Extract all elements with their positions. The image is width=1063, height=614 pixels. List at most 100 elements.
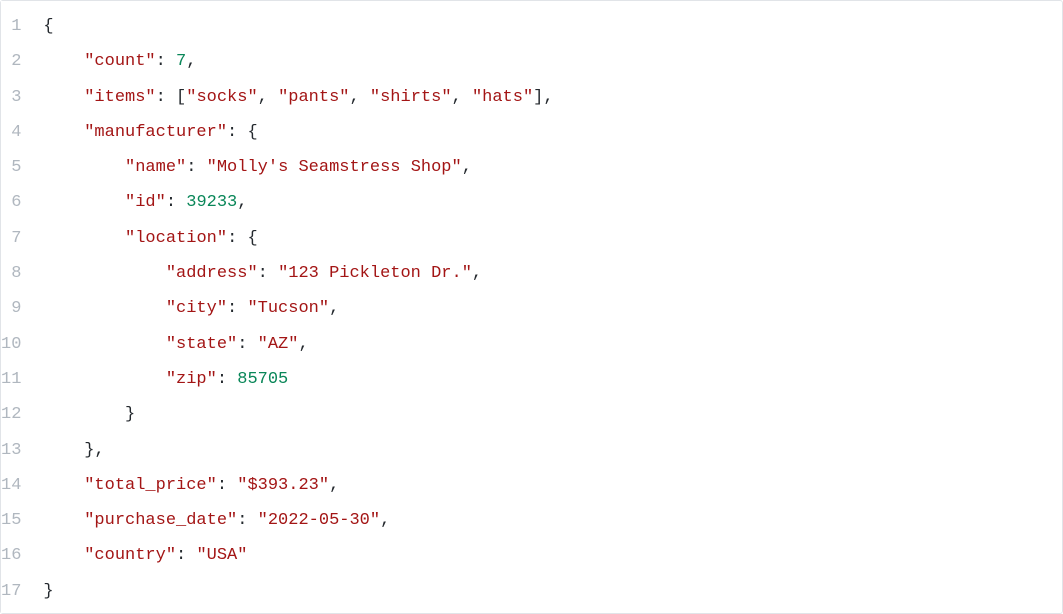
token-punct: } <box>43 582 53 601</box>
token-punct: , <box>329 476 339 495</box>
token-punct: , <box>186 52 196 71</box>
code-line: "count": 7, <box>43 44 1062 79</box>
token-punct: : <box>227 299 247 318</box>
line-number: 8 <box>1 256 25 291</box>
token-num: 7 <box>176 52 186 71</box>
token-punct: , <box>472 264 482 283</box>
token-punct: : <box>258 264 278 283</box>
code-line: "location": { <box>43 221 1062 256</box>
code-line: "total_price": "$393.23", <box>43 468 1062 503</box>
token-key: "total_price" <box>84 476 217 495</box>
token-punct: : <box>166 193 186 212</box>
code-line: "country": "USA" <box>43 538 1062 573</box>
token-punct: : [ <box>156 88 187 107</box>
token-punct: , <box>350 88 370 107</box>
token-punct: , <box>462 158 472 177</box>
token-ws <box>43 193 125 212</box>
line-number: 12 <box>1 397 25 432</box>
token-num: 85705 <box>237 370 288 389</box>
code-line: "name": "Molly's Seamstress Shop", <box>43 150 1062 185</box>
token-str: "AZ" <box>258 335 299 354</box>
line-number: 6 <box>1 185 25 220</box>
token-key: "location" <box>125 229 227 248</box>
code-line: "state": "AZ", <box>43 327 1062 362</box>
token-punct: : { <box>227 229 258 248</box>
code-line: "id": 39233, <box>43 185 1062 220</box>
token-key: "id" <box>125 193 166 212</box>
token-punct: , <box>452 88 472 107</box>
code-line: "city": "Tucson", <box>43 291 1062 326</box>
token-punct: , <box>298 335 308 354</box>
token-punct: ], <box>533 88 553 107</box>
token-ws <box>43 335 165 354</box>
token-ws <box>43 52 84 71</box>
line-number-gutter: 1234567891011121314151617 <box>1 1 35 613</box>
token-punct: { <box>43 17 53 36</box>
token-punct: : <box>217 370 237 389</box>
token-ws <box>43 264 165 283</box>
token-punct: , <box>380 511 390 530</box>
token-key: "city" <box>166 299 227 318</box>
token-key: "zip" <box>166 370 217 389</box>
token-punct: : { <box>227 123 258 142</box>
token-key: "name" <box>125 158 186 177</box>
token-ws <box>43 123 84 142</box>
token-str: "USA" <box>196 546 247 565</box>
token-punct: }, <box>43 441 104 460</box>
code-line: "address": "123 Pickleton Dr.", <box>43 256 1062 291</box>
code-line: "items": ["socks", "pants", "shirts", "h… <box>43 80 1062 115</box>
token-punct: , <box>329 299 339 318</box>
token-str: "$393.23" <box>237 476 329 495</box>
line-number: 9 <box>1 291 25 326</box>
token-punct: : <box>176 546 196 565</box>
line-number: 13 <box>1 433 25 468</box>
token-key: "country" <box>84 546 176 565</box>
line-number: 4 <box>1 115 25 150</box>
code-content[interactable]: { "count": 7, "items": ["socks", "pants"… <box>35 1 1062 613</box>
line-number: 14 <box>1 468 25 503</box>
token-ws <box>43 511 84 530</box>
token-key: "purchase_date" <box>84 511 237 530</box>
token-str: "socks" <box>186 88 257 107</box>
line-number: 10 <box>1 327 25 362</box>
token-punct: : <box>186 158 206 177</box>
token-key: "address" <box>166 264 258 283</box>
code-line: "purchase_date": "2022-05-30", <box>43 503 1062 538</box>
code-line: } <box>43 397 1062 432</box>
token-str: "shirts" <box>370 88 452 107</box>
token-key: "items" <box>84 88 155 107</box>
token-ws <box>43 88 84 107</box>
token-str: "pants" <box>278 88 349 107</box>
line-number: 11 <box>1 362 25 397</box>
token-str: "Molly's Seamstress Shop" <box>207 158 462 177</box>
token-str: "123 Pickleton Dr." <box>278 264 472 283</box>
code-line: "zip": 85705 <box>43 362 1062 397</box>
line-number: 7 <box>1 221 25 256</box>
token-key: "manufacturer" <box>84 123 227 142</box>
token-punct: : <box>237 335 257 354</box>
line-number: 17 <box>1 574 25 609</box>
token-ws <box>43 229 125 248</box>
token-ws <box>43 546 84 565</box>
code-line: { <box>43 9 1062 44</box>
token-ws <box>43 476 84 495</box>
token-str: "Tucson" <box>247 299 329 318</box>
line-number: 16 <box>1 538 25 573</box>
token-ws <box>43 299 165 318</box>
token-key: "state" <box>166 335 237 354</box>
line-number: 1 <box>1 9 25 44</box>
code-line: } <box>43 574 1062 609</box>
line-number: 5 <box>1 150 25 185</box>
code-line: "manufacturer": { <box>43 115 1062 150</box>
line-number: 15 <box>1 503 25 538</box>
code-block: 1234567891011121314151617 { "count": 7, … <box>0 0 1063 614</box>
token-punct: , <box>258 88 278 107</box>
token-punct: } <box>43 405 135 424</box>
token-key: "count" <box>84 52 155 71</box>
line-number: 2 <box>1 44 25 79</box>
token-num: 39233 <box>186 193 237 212</box>
code-line: }, <box>43 433 1062 468</box>
token-punct: : <box>156 52 176 71</box>
token-ws <box>43 158 125 177</box>
token-ws <box>43 370 165 389</box>
